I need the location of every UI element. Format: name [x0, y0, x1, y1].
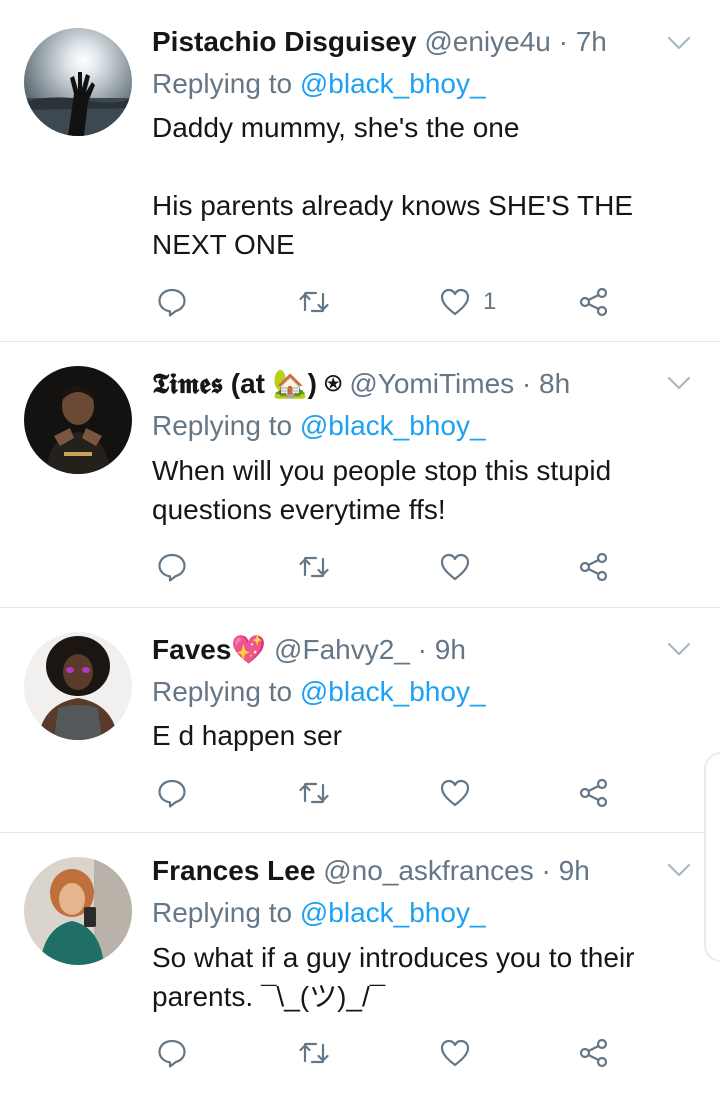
reply-button[interactable] [156, 547, 188, 587]
avatar[interactable] [24, 632, 132, 740]
avatar[interactable] [24, 857, 132, 965]
tweet-text: When will you people stop this stupid qu… [152, 455, 619, 525]
reply-button[interactable] [156, 1033, 188, 1073]
user-handle[interactable]: @eniye4u [424, 26, 551, 57]
heart-icon [440, 553, 470, 581]
action-bar [152, 547, 622, 587]
retweet-icon [299, 1042, 329, 1064]
reply-icon [158, 288, 186, 317]
replying-to: Replying to @black_bhoy_ [152, 893, 486, 933]
replying-prefix: Replying to [152, 676, 300, 707]
chevron-down-icon[interactable] [666, 857, 692, 883]
mention-link[interactable]: @black_bhoy_ [300, 897, 486, 928]
separator: · [558, 26, 568, 57]
retweet-button[interactable] [298, 773, 330, 813]
display-name[interactable]: 𝕿𝖎𝖒𝖊𝖘 (at 🏡) ⍟ [152, 368, 342, 399]
replying-prefix: Replying to [152, 897, 300, 928]
share-button[interactable] [578, 547, 610, 587]
like-button[interactable] [439, 1033, 483, 1073]
share-button[interactable] [578, 1033, 610, 1073]
share-icon [579, 778, 608, 808]
reply-icon [158, 779, 186, 808]
replying-to: Replying to @black_bhoy_ [152, 64, 486, 104]
tweet-text: Daddy mummy, she's the one His parents a… [152, 112, 634, 260]
heart-icon [440, 288, 470, 316]
avatar[interactable] [24, 28, 132, 136]
tweet-text: So what if a guy introduces you to their… [152, 942, 643, 1012]
retweet-icon [299, 556, 329, 578]
timestamp[interactable]: 9h [435, 634, 466, 665]
separator: · [417, 634, 427, 665]
separator: · [521, 368, 532, 399]
display-name[interactable]: Frances Lee [152, 855, 315, 886]
share-button[interactable] [578, 282, 610, 322]
replying-to: Replying to @black_bhoy_ [152, 406, 486, 446]
reply-button[interactable] [156, 282, 188, 322]
share-icon [579, 1038, 608, 1068]
user-handle[interactable]: @YomiTimes [349, 368, 514, 399]
replying-to: Replying to @black_bhoy_ [152, 672, 486, 712]
action-bar: 1 [152, 282, 622, 322]
display-name[interactable]: Faves💖 [152, 634, 266, 665]
chevron-down-icon[interactable] [666, 30, 692, 56]
chevron-down-icon[interactable] [666, 370, 692, 396]
reply-button[interactable] [156, 773, 188, 813]
tweet-text: E d happen ser [152, 720, 342, 751]
share-button[interactable] [578, 773, 610, 813]
user-handle[interactable]: @Fahvy2_ [274, 634, 410, 665]
retweet-icon [299, 291, 329, 313]
retweet-button[interactable] [298, 1033, 330, 1073]
mention-link[interactable]: @black_bhoy_ [300, 410, 486, 441]
replying-prefix: Replying to [152, 68, 300, 99]
mention-link[interactable]: @black_bhoy_ [300, 68, 486, 99]
like-button[interactable] [439, 773, 483, 813]
action-bar [152, 773, 622, 813]
timestamp[interactable]: 7h [576, 26, 607, 57]
retweet-button[interactable] [298, 282, 330, 322]
share-icon [579, 287, 608, 317]
like-button[interactable]: 1 [439, 282, 496, 322]
like-count: 1 [483, 288, 497, 315]
chevron-down-icon[interactable] [666, 636, 692, 662]
reply-icon [158, 1039, 186, 1068]
tweet[interactable]: Pistachio Disguisey @eniye4u · 7h Replyi… [0, 0, 720, 342]
display-name[interactable]: Pistachio Disguisey [152, 26, 417, 57]
tweet[interactable]: 𝕿𝖎𝖒𝖊𝖘 (at 🏡) ⍟ @YomiTimes · 8h Replying … [0, 342, 720, 608]
retweet-button[interactable] [298, 547, 330, 587]
tweet[interactable]: Frances Lee @no_askfrances · 9h Replying… [0, 833, 720, 1094]
mention-link[interactable]: @black_bhoy_ [300, 676, 486, 707]
replying-prefix: Replying to [152, 410, 300, 441]
action-bar [152, 1033, 622, 1073]
timestamp[interactable]: 9h [559, 855, 590, 886]
user-handle[interactable]: @no_askfrances [323, 855, 534, 886]
scroll-handle[interactable] [704, 752, 720, 962]
retweet-icon [299, 782, 329, 804]
heart-icon [440, 779, 470, 807]
reply-icon [158, 553, 186, 582]
share-icon [579, 552, 608, 582]
avatar[interactable] [24, 366, 132, 474]
timestamp[interactable]: 8h [539, 368, 570, 399]
tweet[interactable]: Faves💖 @Fahvy2_ · 9h Replying to @black_… [0, 608, 720, 833]
heart-icon [440, 1039, 470, 1067]
like-button[interactable] [439, 547, 483, 587]
separator: · [541, 855, 551, 886]
